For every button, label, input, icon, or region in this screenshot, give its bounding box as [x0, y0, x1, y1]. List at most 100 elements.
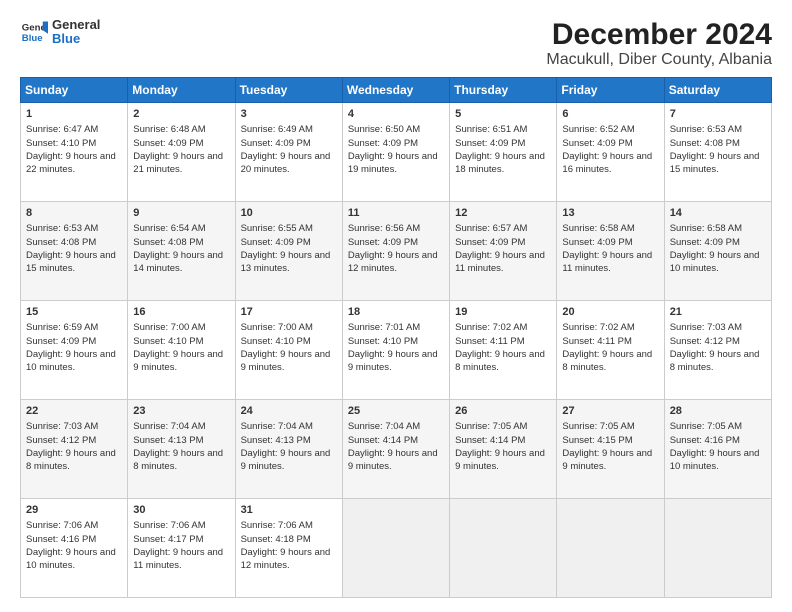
day-number: 4 — [348, 107, 444, 122]
daylight-label: Daylight: 9 hours and 10 minutes. — [26, 547, 116, 571]
sunset-label: Sunset: 4:14 PM — [348, 435, 418, 446]
day-number: 15 — [26, 305, 122, 320]
sunset-label: Sunset: 4:11 PM — [455, 336, 525, 347]
day-number: 21 — [670, 305, 766, 320]
col-friday: Friday — [557, 78, 664, 103]
daylight-label: Daylight: 9 hours and 20 minutes. — [241, 151, 331, 175]
table-row: 21 Sunrise: 7:03 AM Sunset: 4:12 PM Dayl… — [664, 301, 771, 400]
sunset-label: Sunset: 4:09 PM — [241, 138, 311, 149]
table-row: 4 Sunrise: 6:50 AM Sunset: 4:09 PM Dayli… — [342, 103, 449, 202]
day-number: 3 — [241, 107, 337, 122]
table-row: 10 Sunrise: 6:55 AM Sunset: 4:09 PM Dayl… — [235, 202, 342, 301]
table-row — [664, 499, 771, 598]
sunrise-label: Sunrise: 6:49 AM — [241, 124, 313, 135]
sunset-label: Sunset: 4:12 PM — [670, 336, 740, 347]
calendar-header-row: Sunday Monday Tuesday Wednesday Thursday… — [21, 78, 772, 103]
page-title: December 2024 — [546, 18, 772, 51]
daylight-label: Daylight: 9 hours and 9 minutes. — [241, 349, 331, 373]
sunset-label: Sunset: 4:09 PM — [562, 138, 632, 149]
sunrise-label: Sunrise: 7:06 AM — [241, 520, 313, 531]
sunrise-label: Sunrise: 6:57 AM — [455, 223, 527, 234]
page-subtitle: Macukull, Diber County, Albania — [546, 51, 772, 69]
daylight-label: Daylight: 9 hours and 21 minutes. — [133, 151, 223, 175]
day-number: 14 — [670, 206, 766, 221]
logo-blue-text: Blue — [52, 32, 100, 46]
daylight-label: Daylight: 9 hours and 12 minutes. — [348, 250, 438, 274]
sunrise-label: Sunrise: 6:52 AM — [562, 124, 634, 135]
sunrise-label: Sunrise: 6:47 AM — [26, 124, 98, 135]
day-number: 26 — [455, 404, 551, 419]
sunset-label: Sunset: 4:09 PM — [348, 237, 418, 248]
sunset-label: Sunset: 4:09 PM — [133, 138, 203, 149]
sunrise-label: Sunrise: 7:00 AM — [241, 322, 313, 333]
table-row: 25 Sunrise: 7:04 AM Sunset: 4:14 PM Dayl… — [342, 400, 449, 499]
table-row: 29 Sunrise: 7:06 AM Sunset: 4:16 PM Dayl… — [21, 499, 128, 598]
table-row: 26 Sunrise: 7:05 AM Sunset: 4:14 PM Dayl… — [450, 400, 557, 499]
table-row: 12 Sunrise: 6:57 AM Sunset: 4:09 PM Dayl… — [450, 202, 557, 301]
sunrise-label: Sunrise: 7:03 AM — [670, 322, 742, 333]
daylight-label: Daylight: 9 hours and 10 minutes. — [670, 448, 760, 472]
day-number: 11 — [348, 206, 444, 221]
table-row: 14 Sunrise: 6:58 AM Sunset: 4:09 PM Dayl… — [664, 202, 771, 301]
table-row — [557, 499, 664, 598]
sunset-label: Sunset: 4:15 PM — [562, 435, 632, 446]
day-number: 18 — [348, 305, 444, 320]
sunset-label: Sunset: 4:09 PM — [455, 237, 525, 248]
sunset-label: Sunset: 4:08 PM — [670, 138, 740, 149]
table-row: 27 Sunrise: 7:05 AM Sunset: 4:15 PM Dayl… — [557, 400, 664, 499]
sunrise-label: Sunrise: 6:51 AM — [455, 124, 527, 135]
sunrise-label: Sunrise: 6:48 AM — [133, 124, 205, 135]
page: General Blue General Blue December 2024 … — [0, 0, 792, 612]
sunset-label: Sunset: 4:11 PM — [562, 336, 632, 347]
table-row: 9 Sunrise: 6:54 AM Sunset: 4:08 PM Dayli… — [128, 202, 235, 301]
sunrise-label: Sunrise: 7:04 AM — [133, 421, 205, 432]
day-number: 31 — [241, 503, 337, 518]
sunset-label: Sunset: 4:10 PM — [241, 336, 311, 347]
sunrise-label: Sunrise: 6:50 AM — [348, 124, 420, 135]
day-number: 10 — [241, 206, 337, 221]
day-number: 17 — [241, 305, 337, 320]
sunset-label: Sunset: 4:09 PM — [241, 237, 311, 248]
col-thursday: Thursday — [450, 78, 557, 103]
col-saturday: Saturday — [664, 78, 771, 103]
sunset-label: Sunset: 4:10 PM — [133, 336, 203, 347]
table-row: 20 Sunrise: 7:02 AM Sunset: 4:11 PM Dayl… — [557, 301, 664, 400]
day-number: 8 — [26, 206, 122, 221]
sunrise-label: Sunrise: 7:04 AM — [348, 421, 420, 432]
day-number: 19 — [455, 305, 551, 320]
daylight-label: Daylight: 9 hours and 8 minutes. — [455, 349, 545, 373]
sunrise-label: Sunrise: 6:54 AM — [133, 223, 205, 234]
day-number: 9 — [133, 206, 229, 221]
svg-text:Blue: Blue — [22, 33, 43, 44]
daylight-label: Daylight: 9 hours and 12 minutes. — [241, 547, 331, 571]
header: General Blue General Blue December 2024 … — [20, 18, 772, 69]
calendar-table: Sunday Monday Tuesday Wednesday Thursday… — [20, 77, 772, 598]
table-row: 31 Sunrise: 7:06 AM Sunset: 4:18 PM Dayl… — [235, 499, 342, 598]
table-row: 2 Sunrise: 6:48 AM Sunset: 4:09 PM Dayli… — [128, 103, 235, 202]
table-row: 16 Sunrise: 7:00 AM Sunset: 4:10 PM Dayl… — [128, 301, 235, 400]
daylight-label: Daylight: 9 hours and 9 minutes. — [348, 349, 438, 373]
table-row: 24 Sunrise: 7:04 AM Sunset: 4:13 PM Dayl… — [235, 400, 342, 499]
table-row: 19 Sunrise: 7:02 AM Sunset: 4:11 PM Dayl… — [450, 301, 557, 400]
sunset-label: Sunset: 4:16 PM — [670, 435, 740, 446]
sunset-label: Sunset: 4:09 PM — [455, 138, 525, 149]
sunset-label: Sunset: 4:13 PM — [241, 435, 311, 446]
day-number: 22 — [26, 404, 122, 419]
daylight-label: Daylight: 9 hours and 11 minutes. — [133, 547, 223, 571]
sunset-label: Sunset: 4:09 PM — [26, 336, 96, 347]
table-row: 7 Sunrise: 6:53 AM Sunset: 4:08 PM Dayli… — [664, 103, 771, 202]
daylight-label: Daylight: 9 hours and 14 minutes. — [133, 250, 223, 274]
sunrise-label: Sunrise: 7:00 AM — [133, 322, 205, 333]
table-row: 13 Sunrise: 6:58 AM Sunset: 4:09 PM Dayl… — [557, 202, 664, 301]
sunrise-label: Sunrise: 7:06 AM — [133, 520, 205, 531]
sunset-label: Sunset: 4:09 PM — [670, 237, 740, 248]
daylight-label: Daylight: 9 hours and 15 minutes. — [26, 250, 116, 274]
table-row: 15 Sunrise: 6:59 AM Sunset: 4:09 PM Dayl… — [21, 301, 128, 400]
sunset-label: Sunset: 4:10 PM — [348, 336, 418, 347]
logo-general-text: General — [52, 18, 100, 32]
sunrise-label: Sunrise: 6:56 AM — [348, 223, 420, 234]
daylight-label: Daylight: 9 hours and 9 minutes. — [562, 448, 652, 472]
col-sunday: Sunday — [21, 78, 128, 103]
daylight-label: Daylight: 9 hours and 9 minutes. — [455, 448, 545, 472]
day-number: 29 — [26, 503, 122, 518]
